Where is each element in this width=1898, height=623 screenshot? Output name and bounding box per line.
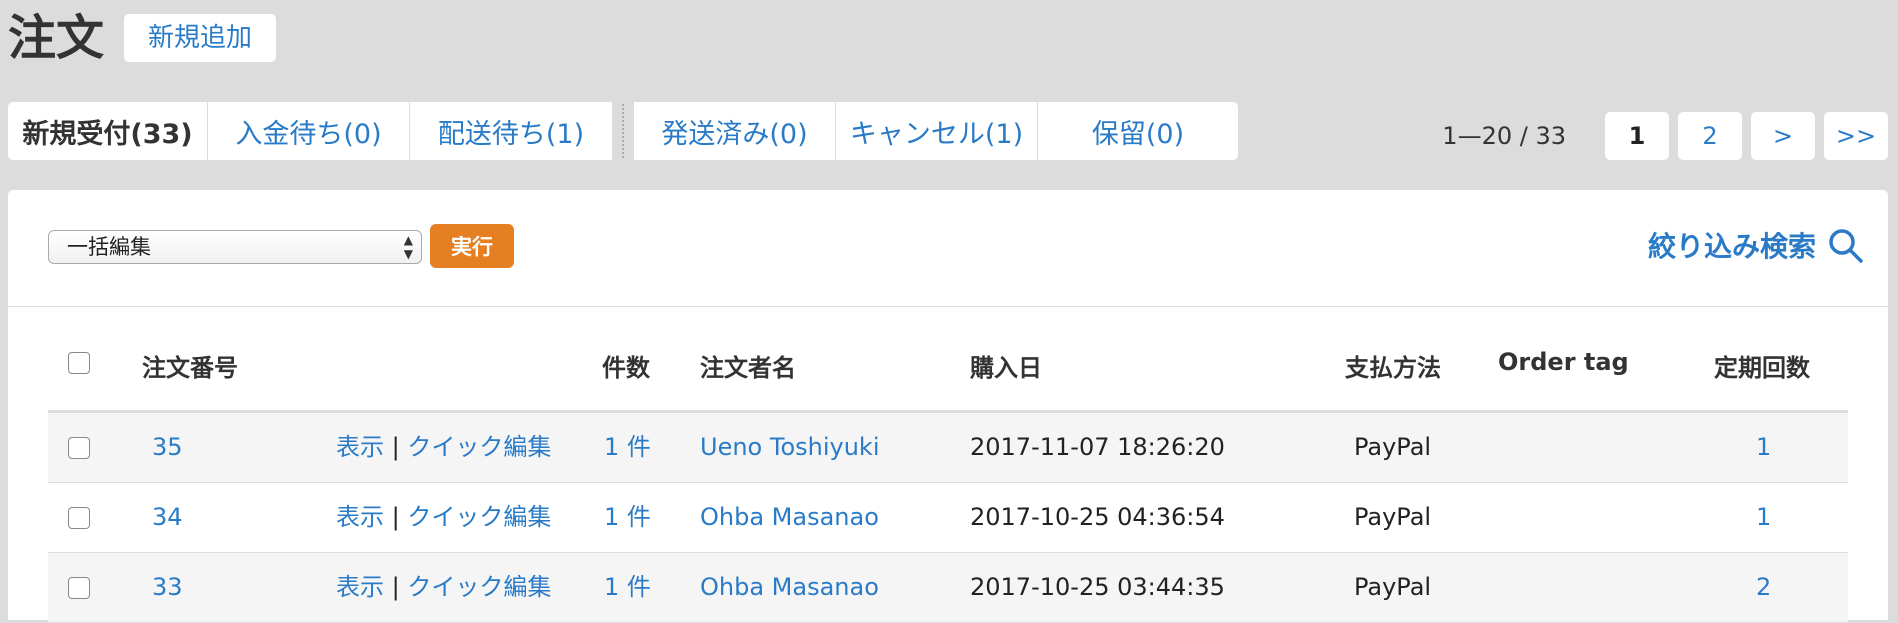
recurring-count-link[interactable]: 1 bbox=[1756, 431, 1771, 463]
recurring-count-link[interactable]: 2 bbox=[1756, 571, 1771, 603]
order-number-link[interactable]: 35 bbox=[152, 431, 183, 463]
tab-awaiting-payment[interactable]: 入金待ち(0) bbox=[208, 102, 410, 160]
select-all-checkbox[interactable] bbox=[68, 352, 90, 374]
table-row: 33 表示 | クイック編集 1 件 Ohba Masanao 2017-10-… bbox=[48, 553, 1848, 623]
action-separator: | bbox=[391, 433, 400, 461]
purchase-date: 2017-10-25 03:44:35 bbox=[970, 573, 1225, 601]
column-order-number[interactable]: 注文番号 bbox=[142, 348, 238, 383]
tab-shipped[interactable]: 発送済み(0) bbox=[634, 102, 836, 160]
payment-method: PayPal bbox=[1354, 433, 1432, 461]
customer-name-link[interactable]: Ueno Toshiyuki bbox=[700, 431, 879, 463]
row-actions: 表示 | クイック編集 bbox=[336, 431, 551, 463]
page-1-button[interactable]: 1 bbox=[1605, 112, 1669, 160]
tab-awaiting-shipping[interactable]: 配送待ち(1) bbox=[410, 102, 612, 160]
customer-name-link[interactable]: Ohba Masanao bbox=[700, 571, 879, 603]
column-count[interactable]: 件数 bbox=[602, 348, 650, 383]
search-icon[interactable] bbox=[1826, 226, 1866, 266]
select-arrows-icon: ▲ ▼ bbox=[403, 233, 413, 261]
quick-edit-link[interactable]: クイック編集 bbox=[407, 433, 551, 461]
row-actions: 表示 | クイック編集 bbox=[336, 501, 551, 533]
action-separator: | bbox=[391, 573, 400, 601]
payment-method: PayPal bbox=[1354, 573, 1432, 601]
bulk-toolbar: 一括編集 ▲ ▼ 実行 絞り込み検索 bbox=[8, 190, 1888, 307]
last-page-button[interactable]: >> bbox=[1824, 112, 1888, 160]
item-count-link[interactable]: 1 件 bbox=[604, 571, 651, 603]
quick-edit-link[interactable]: クイック編集 bbox=[407, 573, 551, 601]
item-count-link[interactable]: 1 件 bbox=[604, 501, 651, 533]
action-separator: | bbox=[391, 503, 400, 531]
page-range-info: 1—20 / 33 bbox=[1442, 122, 1566, 150]
order-number-link[interactable]: 33 bbox=[152, 571, 183, 603]
customer-name-link[interactable]: Ohba Masanao bbox=[700, 501, 879, 533]
view-link[interactable]: 表示 bbox=[336, 433, 384, 461]
column-payment-method[interactable]: 支払方法 bbox=[1345, 348, 1441, 383]
filter-search-link[interactable]: 絞り込み検索 bbox=[1648, 224, 1816, 270]
tab-cancelled[interactable]: キャンセル(1) bbox=[836, 102, 1038, 160]
column-recurring-count[interactable]: 定期回数 bbox=[1714, 348, 1810, 383]
bulk-action-value: 一括編集 bbox=[67, 235, 151, 259]
quick-edit-link[interactable]: クイック編集 bbox=[407, 503, 551, 531]
table-row: 34 表示 | クイック編集 1 件 Ohba Masanao 2017-10-… bbox=[48, 483, 1848, 553]
next-page-button[interactable]: > bbox=[1751, 112, 1815, 160]
view-link[interactable]: 表示 bbox=[336, 503, 384, 531]
item-count-link[interactable]: 1 件 bbox=[604, 431, 651, 463]
column-order-tag[interactable]: Order tag bbox=[1498, 348, 1629, 376]
tab-new-orders[interactable]: 新規受付(33) bbox=[8, 102, 208, 160]
orders-panel: 一括編集 ▲ ▼ 実行 絞り込み検索 注文番号 件数 注文者名 購入日 支払方法 … bbox=[8, 190, 1888, 623]
purchase-date: 2017-10-25 04:36:54 bbox=[970, 503, 1225, 531]
run-button[interactable]: 実行 bbox=[430, 224, 514, 268]
status-tabs: 新規受付(33) 入金待ち(0) 配送待ち(1) 発送済み(0) キャンセル(1… bbox=[8, 102, 1238, 160]
add-new-button[interactable]: 新規追加 bbox=[124, 14, 276, 62]
order-number-link[interactable]: 34 bbox=[152, 501, 183, 533]
column-purchase-date[interactable]: 購入日 bbox=[970, 348, 1042, 383]
purchase-date: 2017-11-07 18:26:20 bbox=[970, 433, 1225, 461]
view-link[interactable]: 表示 bbox=[336, 573, 384, 601]
row-checkbox[interactable] bbox=[68, 507, 90, 529]
table-row: 35 表示 | クイック編集 1 件 Ueno Toshiyuki 2017-1… bbox=[48, 413, 1848, 483]
page-title: 注文 bbox=[8, 10, 105, 66]
page-2-button[interactable]: 2 bbox=[1678, 112, 1742, 160]
bulk-action-select[interactable]: 一括編集 ▲ ▼ bbox=[48, 230, 422, 264]
recurring-count-link[interactable]: 1 bbox=[1756, 501, 1771, 533]
pagination: 1—20 / 33 1 2 > >> bbox=[1442, 112, 1888, 160]
tab-on-hold[interactable]: 保留(0) bbox=[1038, 102, 1238, 160]
tab-divider bbox=[612, 102, 634, 160]
column-customer[interactable]: 注文者名 bbox=[700, 348, 796, 383]
payment-method: PayPal bbox=[1354, 503, 1432, 531]
row-checkbox[interactable] bbox=[68, 577, 90, 599]
row-checkbox[interactable] bbox=[68, 437, 90, 459]
row-actions: 表示 | クイック編集 bbox=[336, 571, 551, 603]
